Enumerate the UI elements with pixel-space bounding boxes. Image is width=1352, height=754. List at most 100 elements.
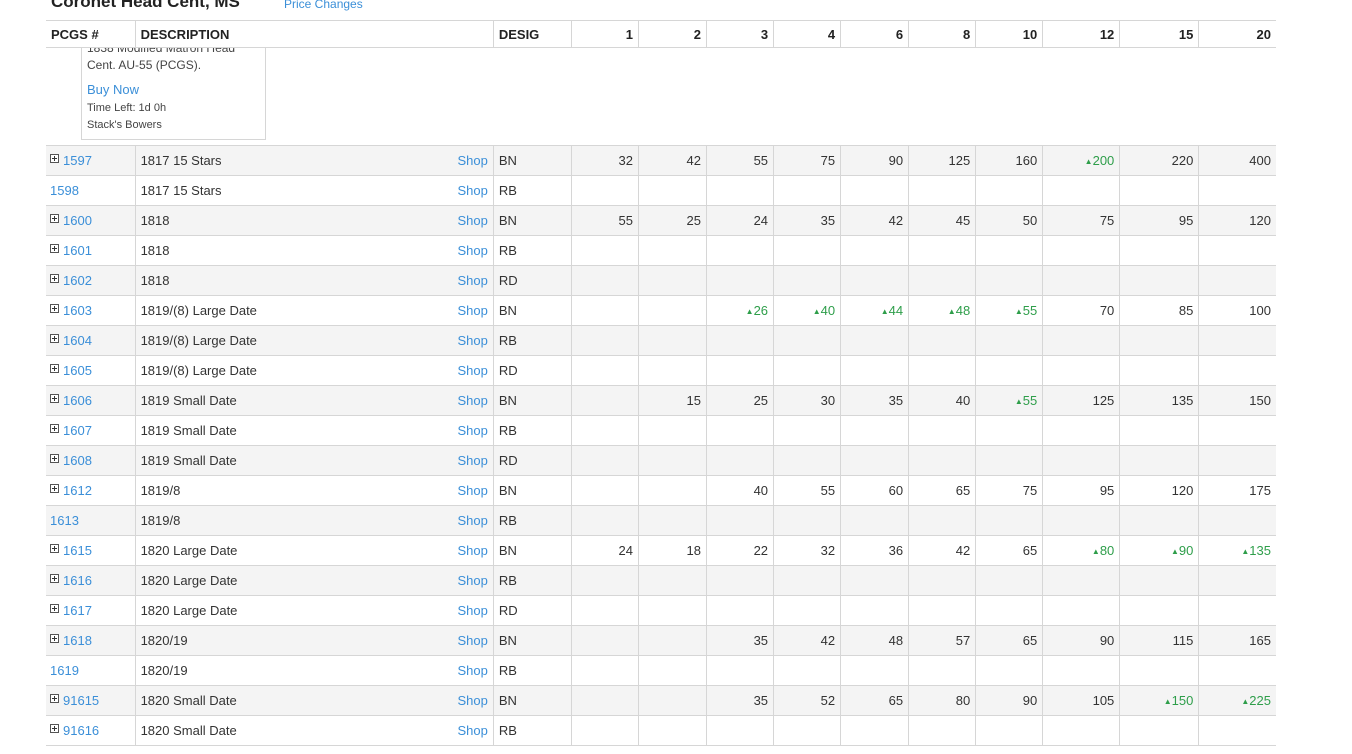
shop-link[interactable]: Shop bbox=[457, 453, 487, 468]
expand-plus-icon[interactable] bbox=[50, 634, 59, 643]
shop-link[interactable]: Shop bbox=[457, 243, 487, 258]
expand-plus-icon[interactable] bbox=[50, 694, 59, 703]
column-header-grade-15[interactable]: 15 bbox=[1119, 20, 1200, 48]
pcgs-number-link[interactable]: 1598 bbox=[50, 183, 79, 198]
expand-plus-icon[interactable] bbox=[50, 544, 59, 553]
column-header-grade-12[interactable]: 12 bbox=[1042, 20, 1121, 48]
price-cell-grade-10: ▲55 bbox=[975, 385, 1044, 416]
expand-plus-icon[interactable] bbox=[50, 334, 59, 343]
column-header-grade-1[interactable]: 1 bbox=[571, 20, 639, 48]
designation-cell: RB bbox=[493, 505, 572, 536]
pcgs-number-link[interactable]: 1600 bbox=[63, 213, 92, 228]
pcgs-number-link[interactable]: 91615 bbox=[63, 693, 99, 708]
column-header-grade-3[interactable]: 3 bbox=[706, 20, 775, 48]
table-row: 1601 1818 Shop RB bbox=[46, 235, 1276, 266]
expand-plus-icon[interactable] bbox=[50, 394, 59, 403]
shop-link[interactable]: Shop bbox=[457, 663, 487, 678]
shop-link[interactable]: Shop bbox=[457, 363, 487, 378]
price-value: 65 bbox=[888, 693, 904, 708]
shop-link[interactable]: Shop bbox=[457, 573, 487, 588]
price-value: 85 bbox=[1178, 303, 1194, 318]
price-cell-grade-8 bbox=[908, 595, 977, 626]
shop-link[interactable]: Shop bbox=[457, 333, 487, 348]
price-cell-grade-3 bbox=[706, 415, 775, 446]
pcgs-number-link[interactable]: 1608 bbox=[63, 453, 92, 468]
auction-ad-description: 1838 Modified Matron Head Cent. AU-55 (P… bbox=[87, 48, 236, 72]
expand-plus-icon[interactable] bbox=[50, 604, 59, 613]
column-header-grade-20[interactable]: 20 bbox=[1198, 20, 1276, 48]
price-cell-grade-10 bbox=[975, 235, 1044, 266]
price-cell-grade-20 bbox=[1198, 715, 1276, 746]
column-header-description[interactable]: DESCRIPTION bbox=[135, 20, 494, 48]
pcgs-number-link[interactable]: 1619 bbox=[50, 663, 79, 678]
pcgs-number-link[interactable]: 1616 bbox=[63, 573, 92, 588]
column-header-grade-8[interactable]: 8 bbox=[908, 20, 977, 48]
expand-plus-icon[interactable] bbox=[50, 304, 59, 313]
column-header-grade-6[interactable]: 6 bbox=[840, 20, 910, 48]
pcgs-number-link[interactable]: 1607 bbox=[63, 423, 92, 438]
pcgs-number-link[interactable]: 1612 bbox=[63, 483, 92, 498]
price-value: 57 bbox=[955, 633, 971, 648]
pcgs-number-cell: 1617 bbox=[46, 595, 136, 626]
shop-link[interactable]: Shop bbox=[457, 483, 487, 498]
pcgs-number-link[interactable]: 1603 bbox=[63, 303, 92, 318]
pcgs-number-link[interactable]: 1604 bbox=[63, 333, 92, 348]
pcgs-number-link[interactable]: 1606 bbox=[63, 393, 92, 408]
price-cell-grade-3 bbox=[706, 445, 775, 476]
price-cell-grade-10 bbox=[975, 595, 1044, 626]
column-header-pcgs[interactable]: PCGS # bbox=[46, 20, 136, 48]
pcgs-number-link[interactable]: 1615 bbox=[63, 543, 92, 558]
price-cell-grade-12: 90 bbox=[1042, 625, 1121, 656]
description-cell: 1817 15 Stars Shop bbox=[135, 175, 494, 206]
expand-plus-icon[interactable] bbox=[50, 484, 59, 493]
pcgs-number-cell: 1618 bbox=[46, 625, 136, 656]
pcgs-number-link[interactable]: 1618 bbox=[63, 633, 92, 648]
pcgs-number-link[interactable]: 1605 bbox=[63, 363, 92, 378]
column-header-grade-2[interactable]: 2 bbox=[638, 20, 708, 48]
designation-cell: BN bbox=[493, 145, 572, 176]
expand-plus-icon[interactable] bbox=[50, 214, 59, 223]
pcgs-number-link[interactable]: 1601 bbox=[63, 243, 92, 258]
coin-description: 1818 bbox=[140, 243, 170, 258]
expand-plus-icon[interactable] bbox=[50, 244, 59, 253]
price-cell-grade-12 bbox=[1042, 715, 1121, 746]
auction-ad-card[interactable]: 1838 Modified Matron Head Cent. AU-55 (P… bbox=[81, 48, 266, 140]
column-header-grade-10[interactable]: 10 bbox=[975, 20, 1044, 48]
price-cell-grade-8 bbox=[908, 565, 977, 596]
price-cell-grade-1: 55 bbox=[571, 205, 639, 236]
price-cell-grade-4: ▲40 bbox=[773, 295, 842, 326]
coin-description: 1820 Small Date bbox=[140, 723, 237, 738]
shop-link[interactable]: Shop bbox=[457, 303, 487, 318]
expand-plus-icon[interactable] bbox=[50, 424, 59, 433]
pcgs-number-link[interactable]: 91616 bbox=[63, 723, 99, 738]
shop-link[interactable]: Shop bbox=[457, 213, 487, 228]
buy-now-link[interactable]: Buy Now bbox=[87, 82, 139, 97]
pcgs-number-link[interactable]: 1597 bbox=[63, 153, 92, 168]
pcgs-number-link[interactable]: 1617 bbox=[63, 603, 92, 618]
column-header-desig[interactable]: DESIG bbox=[493, 20, 572, 48]
shop-link[interactable]: Shop bbox=[457, 693, 487, 708]
shop-link[interactable]: Shop bbox=[457, 633, 487, 648]
column-header-grade-4[interactable]: 4 bbox=[773, 20, 842, 48]
shop-link[interactable]: Shop bbox=[457, 393, 487, 408]
shop-link[interactable]: Shop bbox=[457, 273, 487, 288]
expand-plus-icon[interactable] bbox=[50, 724, 59, 733]
price-cell-grade-4: 35 bbox=[773, 205, 842, 236]
shop-link[interactable]: Shop bbox=[457, 723, 487, 738]
expand-plus-icon[interactable] bbox=[50, 454, 59, 463]
shop-link[interactable]: Shop bbox=[457, 543, 487, 558]
pcgs-number-link[interactable]: 1602 bbox=[63, 273, 92, 288]
expand-plus-icon[interactable] bbox=[50, 274, 59, 283]
expand-plus-icon[interactable] bbox=[50, 364, 59, 373]
price-value: 26 bbox=[753, 303, 769, 318]
expand-plus-icon[interactable] bbox=[50, 154, 59, 163]
shop-link[interactable]: Shop bbox=[457, 183, 487, 198]
shop-link[interactable]: Shop bbox=[457, 603, 487, 618]
shop-link[interactable]: Shop bbox=[457, 513, 487, 528]
price-changes-link[interactable]: Price Changes bbox=[284, 0, 363, 11]
shop-link[interactable]: Shop bbox=[457, 423, 487, 438]
expand-plus-icon[interactable] bbox=[50, 574, 59, 583]
shop-link[interactable]: Shop bbox=[457, 153, 487, 168]
description-cell: 1819 Small Date Shop bbox=[135, 385, 494, 416]
pcgs-number-link[interactable]: 1613 bbox=[50, 513, 79, 528]
